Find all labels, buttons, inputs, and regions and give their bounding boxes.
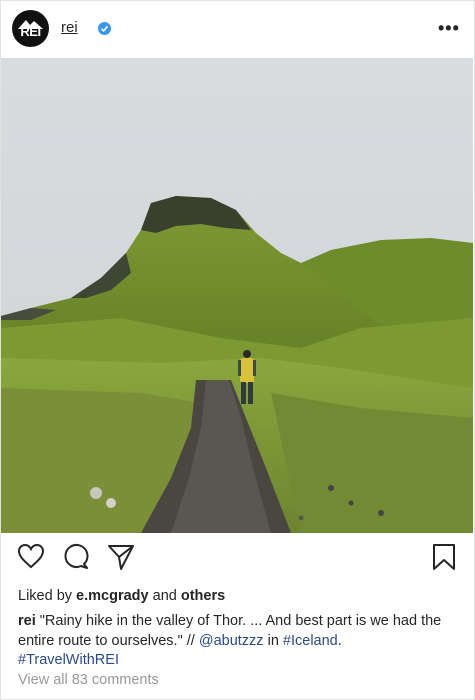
caption-hashtag-link[interactable]: #TravelWithREI (18, 652, 119, 668)
post-actions-bar (0, 543, 475, 577)
likes-joiner: and (152, 588, 177, 604)
caption-mention-link[interactable]: @abutzzz (199, 633, 264, 649)
more-options-button[interactable]: ••• (438, 18, 460, 39)
view-comments-link[interactable]: View all 83 comments (18, 672, 159, 688)
username-link[interactable]: rei (61, 19, 78, 36)
liker-username-link[interactable]: e.mcgrady (76, 588, 149, 604)
avatar[interactable]: REI (12, 10, 49, 47)
caption-text-in: in (263, 632, 283, 649)
caption-location-hashtag[interactable]: #Iceland (283, 633, 338, 649)
post-photo[interactable] (1, 58, 473, 533)
heart-icon[interactable] (17, 543, 45, 574)
avatar-logo-text: REI (20, 24, 41, 39)
post-caption: rei "Rainy hike in the valley of Thor. .… (18, 612, 463, 671)
likes-prefix: Liked by (18, 588, 73, 604)
caption-period: . (337, 632, 342, 649)
likes-others-link[interactable]: others (181, 588, 225, 604)
caption-author-link[interactable]: rei (18, 613, 36, 629)
likes-summary: Liked by e.mcgrady and others (18, 588, 225, 604)
post-header: REI rei ••• (0, 0, 475, 58)
verified-badge-icon (98, 22, 111, 35)
share-icon[interactable] (107, 543, 135, 576)
comment-icon[interactable] (62, 543, 90, 576)
bookmark-icon[interactable] (432, 543, 456, 576)
landscape-photo (1, 58, 473, 533)
